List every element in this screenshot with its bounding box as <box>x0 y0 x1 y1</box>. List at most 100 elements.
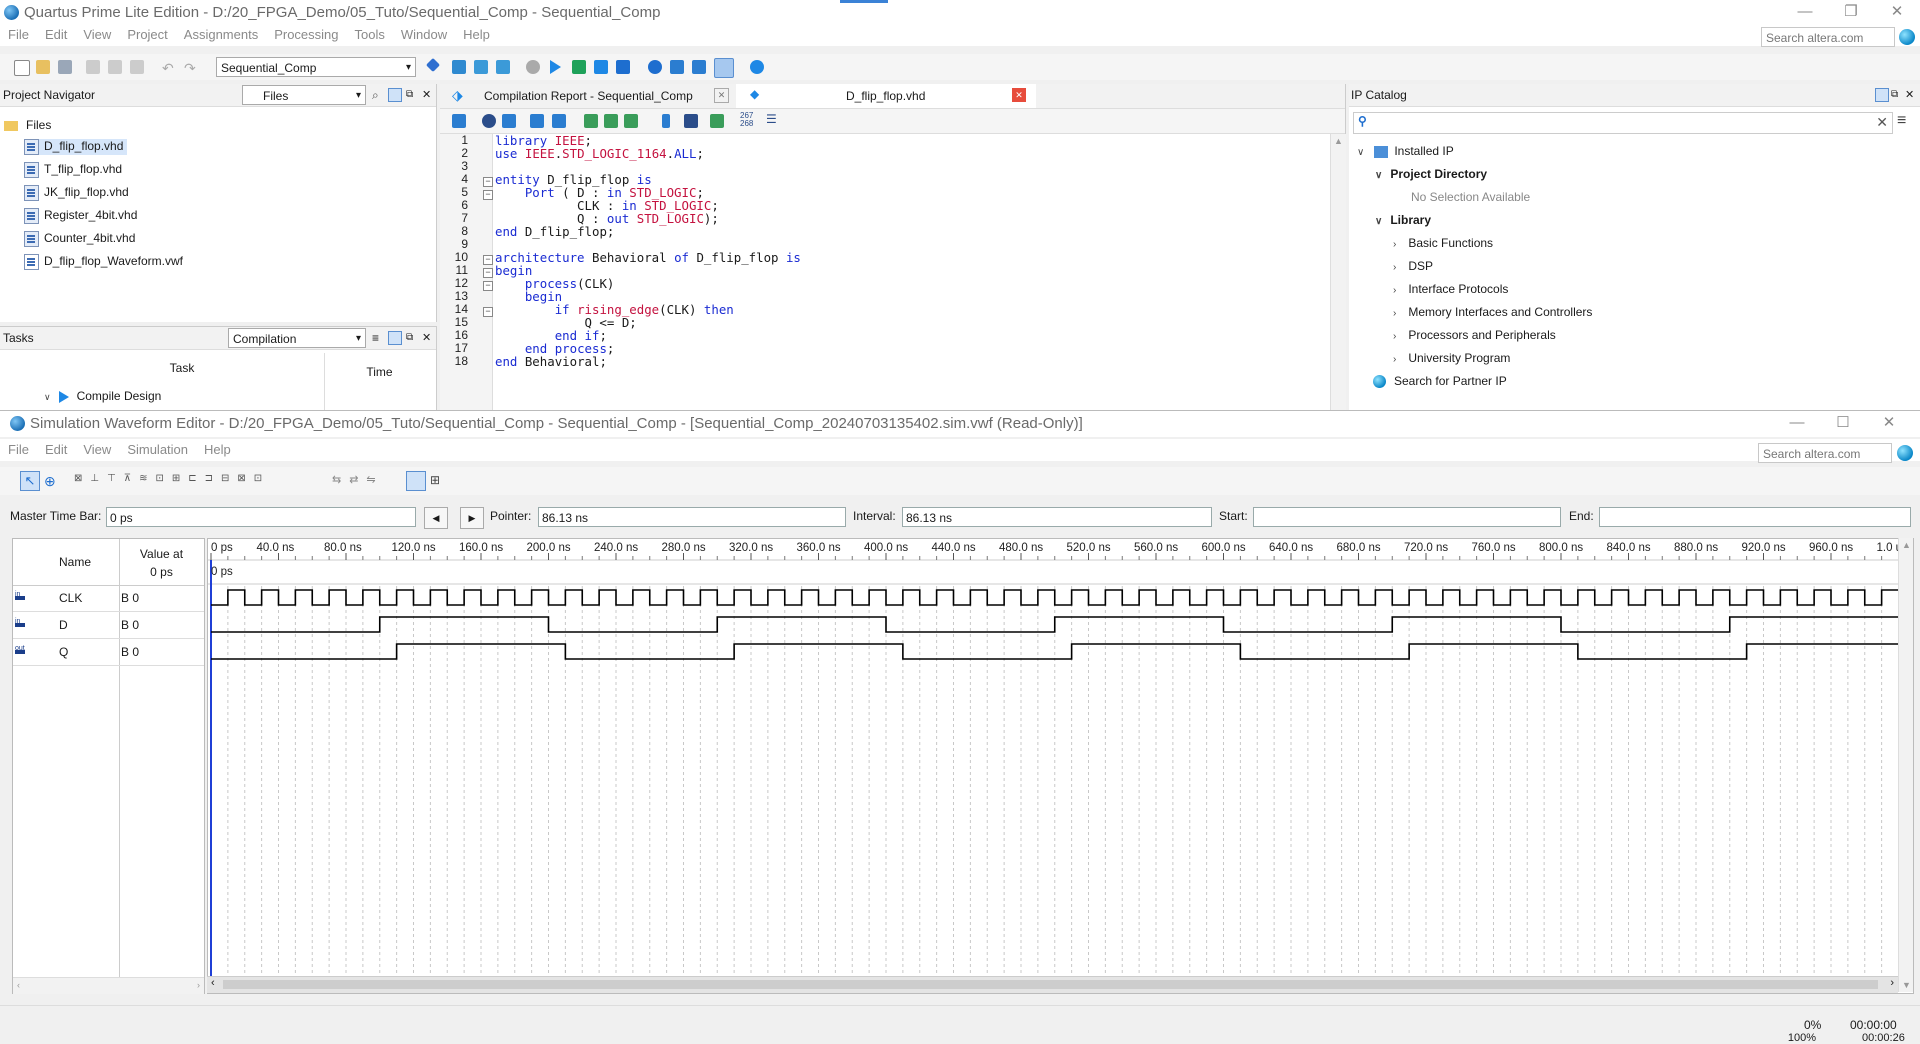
start-input[interactable] <box>1253 507 1561 527</box>
template-icon[interactable] <box>684 114 698 128</box>
altera-globe-icon[interactable] <box>1897 445 1913 461</box>
quartus-search-input[interactable]: Search altera.com <box>1761 27 1895 47</box>
edit-tools[interactable]: ⇆⇄⇋ <box>332 473 384 486</box>
scroll-right-icon[interactable]: › <box>197 980 200 990</box>
master-time-input[interactable]: 0 ps <box>106 507 416 527</box>
files-root[interactable]: Files <box>4 118 51 132</box>
analysis-icon[interactable] <box>452 60 466 74</box>
settings-icon[interactable] <box>474 60 488 74</box>
bookmark-icon[interactable] <box>584 114 598 128</box>
bookmark-prev-icon[interactable] <box>624 114 638 128</box>
signal-row[interactable]: in D B 0 <box>13 612 204 639</box>
start-compilation-icon[interactable] <box>550 60 561 74</box>
menu-edit[interactable]: Edit <box>37 24 75 45</box>
clear-search-icon[interactable]: ✕ <box>1876 114 1888 131</box>
tab-active-file[interactable]: ◆ D_flip_flop.vhd ✕ <box>736 84 1036 108</box>
scroll-up-icon[interactable]: ▲ <box>1334 136 1343 146</box>
redo-icon[interactable]: ↷ <box>184 60 198 76</box>
menu-help[interactable]: Help <box>455 24 498 45</box>
file-item[interactable]: T_flip_flop.vhd <box>24 162 122 178</box>
close-tab-icon[interactable]: ✕ <box>1012 88 1026 102</box>
sim-menu-simulation[interactable]: Simulation <box>119 439 196 460</box>
unindent-icon[interactable] <box>552 114 566 128</box>
menu-project[interactable]: Project <box>119 24 175 45</box>
analysis-synthesis-icon[interactable] <box>572 60 586 74</box>
assembler-icon[interactable] <box>616 60 630 74</box>
scroll-thumb[interactable] <box>223 980 1878 989</box>
file-item[interactable]: JK_flip_flop.vhd <box>24 185 129 201</box>
task-column-header[interactable]: Task <box>40 361 324 375</box>
time-column-header[interactable]: Time <box>324 353 434 411</box>
pin-icon[interactable] <box>388 331 402 345</box>
file-item[interactable]: D_flip_flop_Waveform.vwf <box>24 254 183 270</box>
chip-planner-icon[interactable] <box>496 60 510 74</box>
selection-tool-icon[interactable]: ↖ <box>20 471 40 491</box>
maximize-icon[interactable]: ☐ <box>1820 411 1866 437</box>
feedback-icon[interactable] <box>750 60 764 74</box>
minimize-icon[interactable]: — <box>1782 0 1828 26</box>
sim-search-input[interactable]: Search altera.com <box>1758 443 1892 463</box>
snap-to-grid-icon[interactable] <box>406 471 426 491</box>
file-item[interactable]: D_flip_flop.vhd <box>24 139 128 155</box>
menu-assignments[interactable]: Assignments <box>176 24 266 45</box>
code-line-18[interactable]: end Behavioral; <box>495 354 607 369</box>
signal-row[interactable]: out Q B 0 <box>13 639 204 666</box>
timing-analyzer-icon[interactable] <box>648 60 662 74</box>
altera-globe-icon[interactable] <box>1899 29 1915 45</box>
fold-toggle[interactable]: − <box>483 177 493 187</box>
minimize-icon[interactable]: — <box>1774 411 1820 437</box>
value-tools[interactable]: ⊠⊥⊤⊼≋⊡⊞⊏⊐⊟⊠⊡ <box>74 473 270 484</box>
close-panel-icon[interactable]: ✕ <box>422 327 431 349</box>
fold-toggle[interactable]: − <box>483 255 493 265</box>
pin-icon[interactable] <box>388 88 402 102</box>
insert-template-icon[interactable] <box>710 114 724 128</box>
close-tab-icon[interactable]: ✕ <box>714 88 729 103</box>
menu-tools[interactable]: Tools <box>347 24 393 45</box>
sim-menu-help[interactable]: Help <box>196 439 239 460</box>
menu-view[interactable]: View <box>75 24 119 45</box>
pointer-input[interactable]: 86.13 ns <box>538 507 846 527</box>
undo-icon[interactable]: ↶ <box>162 60 176 76</box>
ip-category[interactable]: › University Program <box>1393 351 1510 365</box>
editor-tool-icon[interactable] <box>502 114 516 128</box>
menu-file[interactable]: File <box>0 24 37 45</box>
restore-icon[interactable]: ❐ <box>1828 0 1874 26</box>
signal-list-scrollbar[interactable]: ‹ › <box>13 977 204 994</box>
fold-toggle[interactable]: − <box>483 281 493 291</box>
scroll-up-icon[interactable]: ▲ <box>1902 540 1911 550</box>
chevron-right-icon[interactable]: › <box>1393 354 1405 365</box>
project-directory-node[interactable]: ∨ Project Directory <box>1375 167 1487 181</box>
scroll-left-icon[interactable]: ‹ <box>211 977 215 989</box>
menu-window[interactable]: Window <box>393 24 455 45</box>
flow-select[interactable]: Compilation <box>228 328 366 349</box>
signal-row[interactable]: in CLK B 0 <box>13 585 204 612</box>
code-line-2[interactable]: use IEEE.STD_LOGIC_1164.ALL; <box>495 146 704 161</box>
line-numbers-icon[interactable]: 267 268 <box>740 112 753 128</box>
fold-toggle[interactable]: − <box>483 268 493 278</box>
revision-select[interactable]: Sequential_Comp <box>216 57 416 78</box>
ip-category[interactable]: › Interface Protocols <box>1393 282 1508 296</box>
fold-toggle[interactable]: − <box>483 307 493 317</box>
editor-tool-icon[interactable] <box>452 114 466 128</box>
stop-icon[interactable] <box>526 60 540 74</box>
close-icon[interactable]: ✕ <box>1866 411 1912 437</box>
ip-category[interactable]: › Memory Interfaces and Controllers <box>1393 305 1592 319</box>
pin-planner-icon[interactable] <box>425 57 441 73</box>
float-icon[interactable]: ⧉ <box>1891 84 1898 106</box>
close-panel-icon[interactable]: ✕ <box>1905 84 1914 106</box>
file-item[interactable]: Register_4bit.vhd <box>24 208 137 224</box>
file-item[interactable]: Counter_4bit.vhd <box>24 231 135 247</box>
comment-icon[interactable] <box>662 114 670 128</box>
code-line-8[interactable]: end D_flip_flop; <box>495 224 614 239</box>
bookmark-next-icon[interactable] <box>604 114 618 128</box>
chevron-right-icon[interactable]: › <box>1393 262 1405 273</box>
chevron-down-icon[interactable]: ∨ <box>1375 216 1387 227</box>
editor-vertical-scrollbar[interactable]: ▲ <box>1330 134 1346 410</box>
end-input[interactable] <box>1599 507 1911 527</box>
compile-design-task[interactable]: ∨ Compile Design <box>44 389 161 403</box>
menu-processing[interactable]: Processing <box>266 24 346 45</box>
zoom-tool-icon[interactable]: ⊕ <box>44 473 56 490</box>
indent-icon[interactable] <box>530 114 544 128</box>
library-node[interactable]: ∨ Library <box>1375 213 1431 227</box>
open-folder-icon[interactable] <box>36 60 50 74</box>
